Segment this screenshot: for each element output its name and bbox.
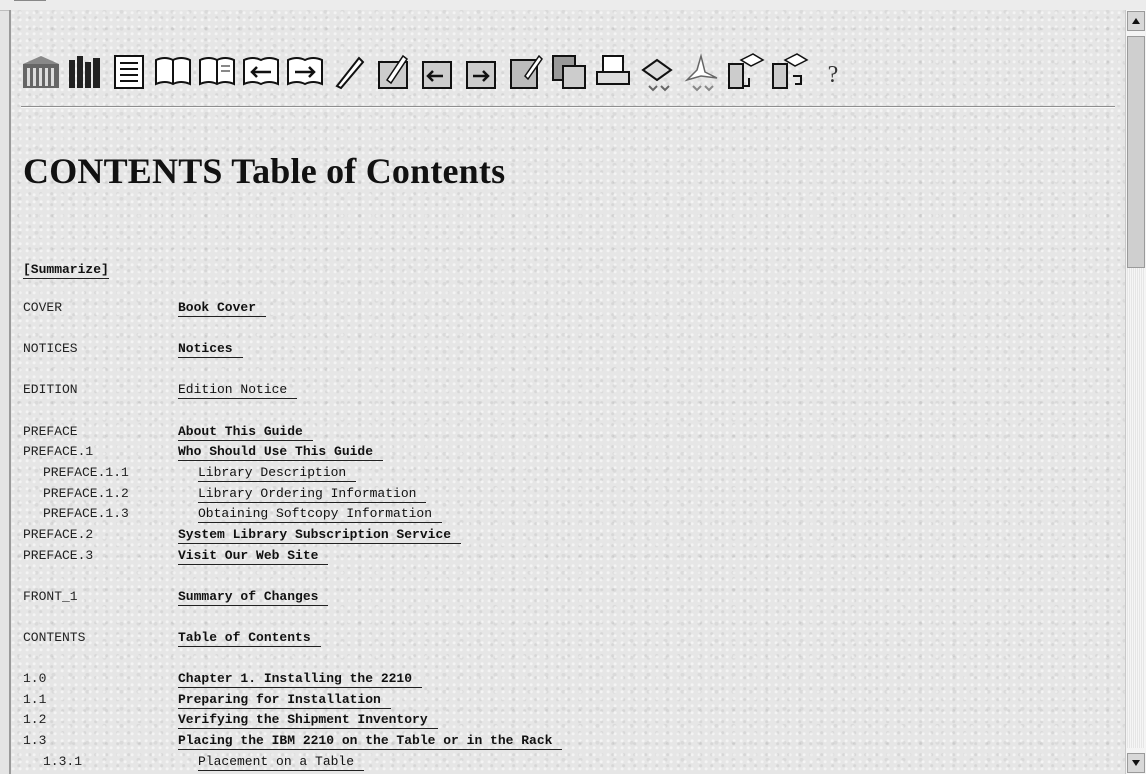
toc-link[interactable]: Book Cover	[178, 300, 267, 317]
book-search-next-button[interactable]	[461, 50, 501, 94]
handheld-download-button[interactable]	[725, 50, 765, 94]
toc-id: PREFACE.2	[23, 527, 94, 542]
toc-link[interactable]: Preparing for Installation	[178, 692, 391, 709]
toc-id: 1.3	[23, 733, 47, 748]
toc-link[interactable]: Placement on a Table	[198, 754, 365, 771]
print-button[interactable]	[593, 50, 633, 94]
toc-id: 1.3.1	[43, 754, 83, 769]
toc-link[interactable]: Placing the IBM 2210 on the Table or in …	[178, 733, 563, 750]
search-pen-button[interactable]	[329, 50, 369, 94]
pdf-icon	[684, 53, 718, 92]
search-pen-icon	[335, 56, 365, 90]
bookmanager-toolbar: ?	[21, 46, 853, 94]
page-title: CONTENTS Table of Contents	[23, 151, 506, 191]
copy-icon	[552, 55, 586, 89]
scroll-down-button[interactable]	[1127, 753, 1145, 773]
toc-id: PREFACE	[23, 424, 78, 439]
handheld-sync-icon	[772, 53, 809, 89]
scroll-thumb[interactable]	[1127, 36, 1145, 268]
toc-link[interactable]: Verifying the Shipment Inventory	[178, 712, 438, 729]
book-search-prev-button[interactable]	[417, 50, 457, 94]
toc-link[interactable]: Obtaining Softcopy Information	[198, 506, 443, 523]
help-button[interactable]: ?	[813, 50, 853, 94]
book-summary-icon	[114, 55, 144, 89]
toc-id: FRONT_1	[23, 589, 78, 604]
download-icon	[641, 58, 673, 92]
toc-id: 1.0	[23, 671, 47, 686]
open-book-2-button[interactable]	[197, 50, 237, 94]
open-book-2-icon	[199, 57, 235, 86]
toc-id: NOTICES	[23, 341, 78, 356]
toc-id: COVER	[23, 300, 63, 315]
toc-link[interactable]: System Library Subscription Service	[178, 527, 462, 544]
vertical-scrollbar[interactable]	[1125, 10, 1146, 774]
browser-window: ? CONTENTS Table of Contents [Summarize]…	[0, 0, 1146, 774]
toc-id: PREFACE.1	[23, 444, 94, 459]
notes-icon	[510, 54, 543, 89]
book-search-button[interactable]	[373, 50, 413, 94]
toc-link[interactable]: About This Guide	[178, 424, 313, 441]
notes-button[interactable]	[505, 50, 545, 94]
library-button[interactable]	[65, 50, 105, 94]
previous-topic-icon	[243, 57, 279, 86]
toc-link[interactable]: Table of Contents	[178, 630, 321, 647]
book-search-icon	[378, 54, 409, 89]
next-topic-icon	[287, 57, 323, 86]
open-book-button[interactable]	[153, 50, 193, 94]
arrow-up-icon	[1132, 18, 1140, 24]
previous-topic-button[interactable]	[241, 50, 281, 94]
handheld-download-icon	[728, 53, 765, 89]
toc-link[interactable]: Notices	[178, 341, 243, 358]
toc-id: PREFACE.1.2	[43, 486, 129, 501]
help-icon: ?	[828, 62, 839, 88]
toc-link[interactable]: Library Description	[198, 465, 357, 482]
toc-id: PREFACE.1.1	[43, 465, 129, 480]
toc-link[interactable]: Summary of Changes	[178, 589, 329, 606]
toc-link[interactable]: Library Ordering Information	[198, 486, 427, 503]
tab-stub	[14, 0, 46, 5]
scroll-up-button[interactable]	[1127, 11, 1145, 31]
pdf-button[interactable]	[681, 50, 721, 94]
handheld-sync-button[interactable]	[769, 50, 809, 94]
toc-link[interactable]: Visit Our Web Site	[178, 548, 329, 565]
toc-id: 1.2	[23, 712, 47, 727]
toc-id: PREFACE.3	[23, 548, 94, 563]
library-icon	[69, 56, 100, 88]
bookshelf-icon	[23, 56, 59, 88]
toc-link[interactable]: Edition Notice	[178, 382, 298, 399]
book-search-prev-icon	[422, 61, 452, 89]
next-topic-button[interactable]	[285, 50, 325, 94]
bookshelf-button[interactable]	[21, 50, 61, 94]
toc-id: EDITION	[23, 382, 78, 397]
book-search-next-icon	[466, 61, 496, 89]
toc-id: PREFACE.1.3	[43, 506, 129, 521]
toolbar-divider	[21, 106, 1115, 108]
scroll-track[interactable]	[1127, 268, 1145, 748]
summarize-link[interactable]: [Summarize]	[23, 262, 109, 279]
document-view: ? CONTENTS Table of Contents [Summarize]…	[9, 10, 1125, 774]
toc-link[interactable]: Chapter 1. Installing the 2210	[178, 671, 423, 688]
toc-link[interactable]: Who Should Use This Guide	[178, 444, 384, 461]
open-book-icon	[155, 57, 191, 86]
arrow-down-icon	[1132, 760, 1140, 766]
toc-id: CONTENTS	[23, 630, 86, 645]
svg-text:?: ?	[828, 62, 839, 88]
download-button[interactable]	[637, 50, 677, 94]
book-summary-button[interactable]	[109, 50, 149, 94]
print-icon	[596, 55, 630, 85]
toc-id: 1.1	[23, 692, 47, 707]
copy-button[interactable]	[549, 50, 589, 94]
